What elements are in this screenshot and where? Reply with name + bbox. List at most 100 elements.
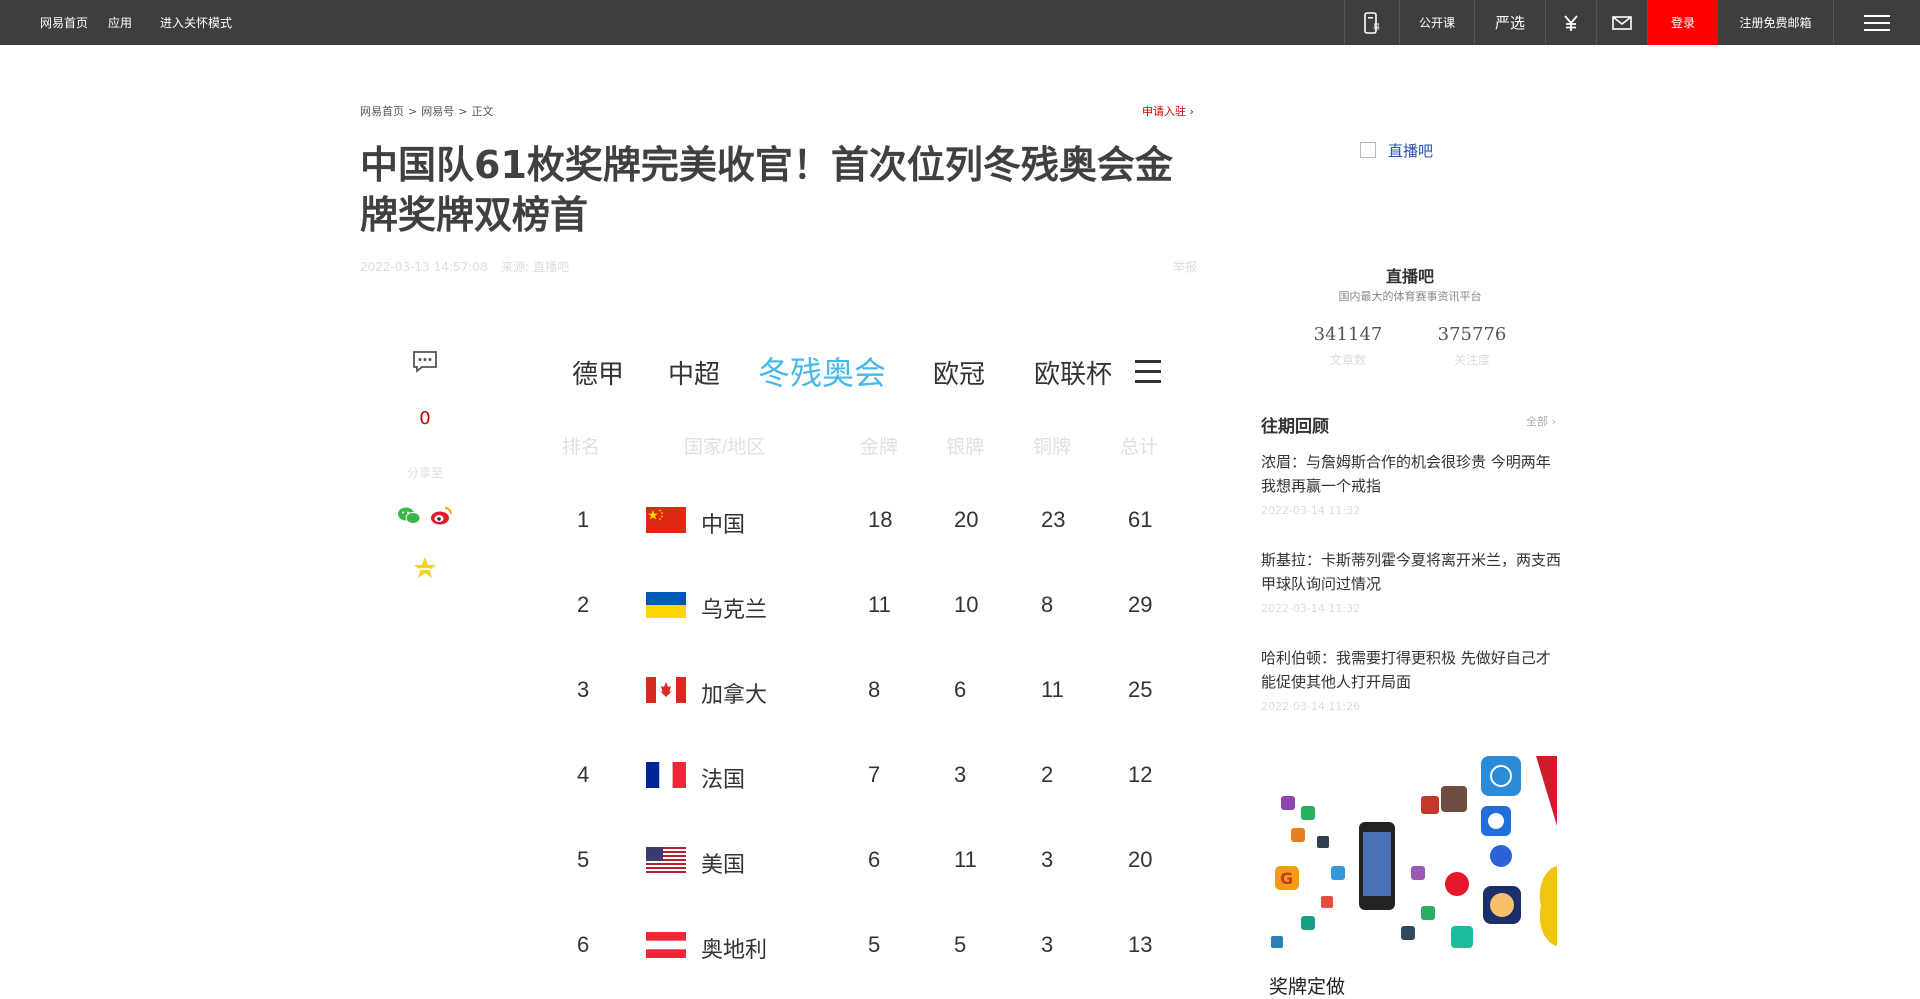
article-meta: 2022-03-13 14:57:08 来源: 直播吧 <box>360 258 579 275</box>
total-cell: 25 <box>1128 677 1153 702</box>
country-cell: 加拿大 <box>701 682 768 707</box>
care-mode-link[interactable]: 进入关怀模式 <box>160 14 232 31</box>
rank-cell: 4 <box>577 762 590 787</box>
apply-join-link[interactable]: 申请入驻 › <box>1142 103 1194 119</box>
news-item[interactable]: 浓眉：与詹姆斯合作的机会很珍贵 今明两年我想再赢一个戒指 2022-03-14 … <box>1261 450 1561 517</box>
breadcrumb-home[interactable]: 网易首页 <box>360 105 404 118</box>
news-app-button[interactable]: 易 <box>1344 0 1399 45</box>
rank-cell: 2 <box>577 592 590 617</box>
rank-cell: 3 <box>577 677 590 702</box>
article-title: 中国队61枚奖牌完美收官！首次位列冬残奥会金牌奖牌双榜首 <box>360 143 1173 237</box>
news-title[interactable]: 哈利伯顿：我需要打得更积极 先做好自己才能促使其他人打开局面 <box>1261 646 1561 694</box>
yanxuan-link[interactable]: 严选 <box>1474 0 1545 45</box>
total-cell: 13 <box>1128 932 1153 957</box>
register-mail-link[interactable]: 注册免费邮箱 <box>1718 0 1833 45</box>
netease-home-link[interactable]: 网易首页 <box>40 14 88 31</box>
bronze-cell: 2 <box>1041 762 1054 787</box>
view-all-link[interactable]: 全部 › <box>1526 413 1556 429</box>
tab-more-menu-icon[interactable] <box>1135 360 1161 390</box>
tab-bundesliga[interactable]: 德甲 <box>572 354 624 391</box>
payment-link[interactable] <box>1545 0 1596 45</box>
gold-cell: 8 <box>868 677 881 702</box>
total-cell: 12 <box>1128 762 1153 787</box>
article-date: 2022-03-13 14:57:08 <box>360 260 488 274</box>
gold-cell: 7 <box>868 762 881 787</box>
silver-cell: 3 <box>954 762 967 787</box>
header-total: 总计 <box>1120 437 1159 458</box>
top-navigation-bar: 网易首页 应用 进入关怀模式 易 公开课 严选 登录 注册免费邮箱 <box>0 0 1920 45</box>
comment-icon[interactable] <box>411 350 439 374</box>
austria-flag-icon <box>646 932 686 958</box>
rank-cell: 5 <box>577 847 590 872</box>
news-date: 2022-03-14 11:32 <box>1261 504 1361 517</box>
wechat-icon[interactable] <box>396 503 422 529</box>
country-cell: 法国 <box>701 767 746 792</box>
phone-news-icon: 易 <box>1364 11 1380 34</box>
qzone-icon[interactable] <box>412 555 438 581</box>
login-label: 登录 <box>1670 16 1695 30</box>
share-column: 0 分享至 <box>395 350 455 585</box>
tab-ucl[interactable]: 欧冠 <box>933 354 985 391</box>
header-silver: 银牌 <box>946 437 985 458</box>
bronze-cell: 23 <box>1041 507 1066 532</box>
ad-caption[interactable]: 奖牌定做 <box>1269 972 1345 999</box>
tab-csl[interactable]: 中超 <box>668 354 720 391</box>
broken-image-icon <box>1360 142 1376 158</box>
breadcrumb-netease-hao[interactable]: 网易号 <box>421 105 454 118</box>
stat-label: 关注度 <box>1453 353 1490 367</box>
yanxuan-logo-icon: 严选 <box>1494 14 1525 32</box>
weibo-icon[interactable] <box>428 503 454 529</box>
open-course-link[interactable]: 公开课 <box>1399 0 1474 45</box>
bronze-cell: 3 <box>1041 932 1054 957</box>
top-left-links: 网易首页 应用 进入关怀模式 <box>40 0 232 45</box>
stat-followers: 375776 关注度 <box>1412 324 1532 368</box>
yen-icon <box>1564 14 1578 31</box>
news-title[interactable]: 斯基拉：卡斯蒂列霍今夏将离开米兰，两支西甲球队询问过情况 <box>1261 548 1561 596</box>
author-description: 国内最大的体育赛事资讯平台 <box>1338 290 1482 303</box>
silver-cell: 5 <box>954 932 967 957</box>
country-cell: 中国 <box>701 512 746 537</box>
main-menu-button[interactable] <box>1833 0 1920 45</box>
header-rank: 排名 <box>562 437 601 458</box>
rank-cell: 1 <box>577 507 590 532</box>
article-source[interactable]: 来源: 直播吧 <box>501 260 569 274</box>
gold-cell: 6 <box>868 847 881 872</box>
past-review-heading: 往期回顾 <box>1261 417 1329 437</box>
bronze-cell: 3 <box>1041 847 1054 872</box>
hamburger-menu-icon <box>1864 14 1890 31</box>
silver-cell: 20 <box>954 507 979 532</box>
apps-link[interactable]: 应用 <box>108 14 132 31</box>
tab-paralympics[interactable]: 冬残奥会 <box>758 348 886 394</box>
svg-text:G: G <box>1280 869 1293 888</box>
gold-cell: 18 <box>868 507 893 532</box>
advertisement-image[interactable]: G <box>1261 756 1557 970</box>
news-item[interactable]: 斯基拉：卡斯蒂列霍今夏将离开米兰，两支西甲球队询问过情况 2022-03-14 … <box>1261 548 1561 615</box>
mail-link[interactable] <box>1596 0 1647 45</box>
league-tabs: 德甲 中超 冬残奥会 欧冠 欧联杯 <box>550 344 1170 400</box>
china-flag-icon <box>646 507 686 533</box>
top-right-links: 易 公开课 严选 登录 注册免费邮箱 <box>1344 0 1920 45</box>
country-cell: 乌克兰 <box>701 597 768 622</box>
comment-count[interactable]: 0 <box>395 408 455 429</box>
news-item[interactable]: 哈利伯顿：我需要打得更积极 先做好自己才能促使其他人打开局面 2022-03-1… <box>1261 646 1561 713</box>
silver-cell: 11 <box>954 847 977 872</box>
header-country: 国家/地区 <box>684 437 766 458</box>
login-button[interactable]: 登录 <box>1647 0 1718 45</box>
app-icons-collage-icon: G <box>1261 756 1557 970</box>
news-date: 2022-03-14 11:26 <box>1261 700 1361 713</box>
author-name[interactable]: 直播吧 <box>1260 263 1560 287</box>
tab-uel[interactable]: 欧联杯 <box>1034 354 1112 391</box>
news-title[interactable]: 浓眉：与詹姆斯合作的机会很珍贵 今明两年我想再赢一个戒指 <box>1261 450 1561 498</box>
silver-cell: 10 <box>954 592 979 617</box>
stat-label: 文章数 <box>1329 353 1366 367</box>
news-date: 2022-03-14 11:32 <box>1261 602 1361 615</box>
gold-cell: 5 <box>868 932 881 957</box>
breadcrumb-current: 正文 <box>471 105 494 118</box>
author-logo[interactable]: 直播吧 <box>1360 140 1433 161</box>
open-course-label: 公开课 <box>1418 16 1455 30</box>
france-flag-icon <box>646 762 686 788</box>
ukraine-flag-icon <box>646 592 686 618</box>
total-cell: 20 <box>1128 847 1153 872</box>
header-bronze: 铜牌 <box>1033 437 1072 458</box>
report-link[interactable]: 举报 <box>1173 258 1197 275</box>
